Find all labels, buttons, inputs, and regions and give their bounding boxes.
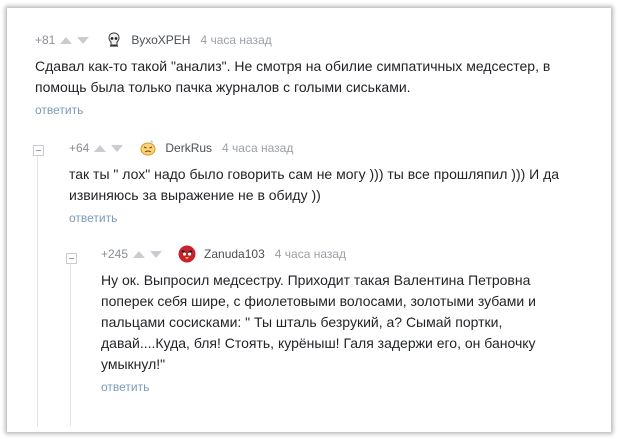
comment-line: Сдавал как-то такой "анализ". Не смотря … [35, 58, 551, 74]
comment-text: Сдавал как-то такой "анализ". Не смотря … [35, 56, 605, 98]
author-name[interactable]: DerkRus [165, 141, 212, 155]
author-name[interactable]: Zanuda103 [204, 247, 265, 261]
downvote-icon[interactable] [111, 144, 124, 152]
rating: +81 [35, 33, 56, 47]
comment-header: +81 ВухоХРЕН 4 часа назад [35, 30, 605, 50]
comment-line: давай....Куда, бля! Стоять, курёныш! Гал… [101, 335, 536, 351]
comment-2: +64 DerkRus 4 часа назад так ты " лох" н… [69, 138, 604, 225]
rating: +64 [69, 141, 90, 155]
collapse-toggle[interactable] [33, 145, 44, 156]
upvote-icon[interactable] [133, 250, 146, 258]
upvote-icon[interactable] [60, 36, 73, 44]
collapse-toggle[interactable] [66, 253, 77, 264]
reply-link[interactable]: ответить [101, 380, 601, 394]
upvote-icon[interactable] [94, 144, 107, 152]
skull-icon[interactable] [105, 31, 124, 49]
comment-line: так ты " лох" надо было говорить сам не … [69, 166, 560, 182]
reply-link[interactable]: ответить [69, 211, 604, 225]
author-name[interactable]: ВухоХРЕН [131, 33, 190, 47]
comment-1: +81 ВухоХРЕН 4 часа назад Сдавал как-то … [35, 30, 605, 117]
comment-line: извиняюсь за выражение не в обиду )) [69, 187, 321, 203]
reply-link[interactable]: ответить [35, 103, 605, 117]
timestamp[interactable]: 4 часа назад [200, 33, 271, 47]
thread-line [37, 149, 38, 427]
comment-text: так ты " лох" надо было говорить сам не … [69, 164, 604, 206]
comment-line: умыкнул!" [101, 356, 166, 372]
timestamp[interactable]: 4 часа назад [222, 141, 293, 155]
angry-bird-avatar[interactable] [178, 245, 196, 263]
comment-line: пальцами сосисками: " Ты шталь безрукий,… [101, 314, 503, 330]
comment-line: Ну ок. Выпросил медсестру. Приходит така… [101, 272, 531, 288]
thread-line [70, 258, 71, 426]
downvote-icon[interactable] [77, 36, 90, 44]
emoticon-avatar[interactable] [139, 139, 157, 157]
comment-header: +245 Zanuda103 4 часа назад [101, 244, 601, 264]
rating: +245 [101, 247, 129, 261]
downvote-icon[interactable] [150, 250, 163, 258]
comment-line: помощь была только пачка журналов с голы… [35, 79, 411, 95]
timestamp[interactable]: 4 часа назад [275, 247, 346, 261]
comment-line: поперек себя шире, с фиолетовыми волосам… [101, 293, 536, 309]
comment-3: +245 Zanuda103 4 часа назад Ну ок. Выпро… [101, 244, 601, 394]
comment-header: +64 DerkRus 4 часа назад [69, 138, 604, 158]
comment-panel: +81 ВухоХРЕН 4 часа назад Сдавал как-то … [7, 8, 611, 432]
comment-text: Ну ок. Выпросил медсестру. Приходит така… [101, 270, 601, 375]
